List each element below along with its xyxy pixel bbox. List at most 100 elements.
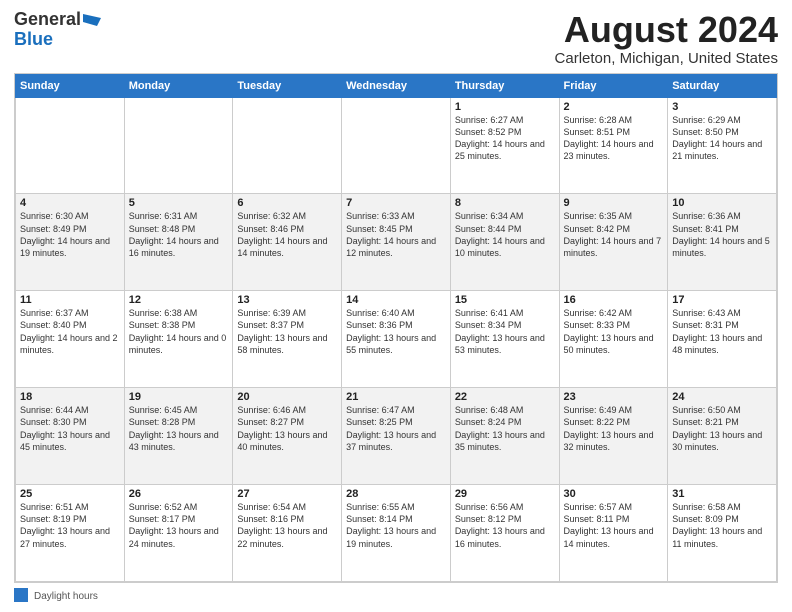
day-number: 6 xyxy=(237,197,337,209)
calendar-cell: 28Sunrise: 6:55 AM Sunset: 8:14 PM Dayli… xyxy=(342,485,451,582)
day-number: 16 xyxy=(564,294,664,306)
day-number: 30 xyxy=(564,488,664,500)
day-info: Sunrise: 6:45 AM Sunset: 8:28 PM Dayligh… xyxy=(129,404,229,453)
day-info: Sunrise: 6:28 AM Sunset: 8:51 PM Dayligh… xyxy=(564,114,664,163)
day-number: 23 xyxy=(564,391,664,403)
day-number: 19 xyxy=(129,391,229,403)
calendar-cell: 22Sunrise: 6:48 AM Sunset: 8:24 PM Dayli… xyxy=(450,388,559,485)
day-info: Sunrise: 6:56 AM Sunset: 8:12 PM Dayligh… xyxy=(455,501,555,550)
day-info: Sunrise: 6:49 AM Sunset: 8:22 PM Dayligh… xyxy=(564,404,664,453)
day-number: 2 xyxy=(564,101,664,113)
calendar: SundayMondayTuesdayWednesdayThursdayFrid… xyxy=(14,73,778,583)
calendar-cell: 19Sunrise: 6:45 AM Sunset: 8:28 PM Dayli… xyxy=(124,388,233,485)
day-info: Sunrise: 6:39 AM Sunset: 8:37 PM Dayligh… xyxy=(237,307,337,356)
header: General Blue August 2024 Carleton, Michi… xyxy=(14,10,778,67)
week-row-5: 25Sunrise: 6:51 AM Sunset: 8:19 PM Dayli… xyxy=(16,485,777,582)
calendar-cell: 29Sunrise: 6:56 AM Sunset: 8:12 PM Dayli… xyxy=(450,485,559,582)
calendar-cell: 21Sunrise: 6:47 AM Sunset: 8:25 PM Dayli… xyxy=(342,388,451,485)
day-header-saturday: Saturday xyxy=(668,74,777,97)
calendar-cell: 14Sunrise: 6:40 AM Sunset: 8:36 PM Dayli… xyxy=(342,291,451,388)
calendar-cell: 31Sunrise: 6:58 AM Sunset: 8:09 PM Dayli… xyxy=(668,485,777,582)
day-number: 25 xyxy=(20,488,120,500)
legend-box xyxy=(14,588,28,602)
calendar-cell: 10Sunrise: 6:36 AM Sunset: 8:41 PM Dayli… xyxy=(668,194,777,291)
day-number: 11 xyxy=(20,294,120,306)
day-info: Sunrise: 6:36 AM Sunset: 8:41 PM Dayligh… xyxy=(672,210,772,259)
day-info: Sunrise: 6:52 AM Sunset: 8:17 PM Dayligh… xyxy=(129,501,229,550)
calendar-cell xyxy=(233,97,342,194)
calendar-cell: 20Sunrise: 6:46 AM Sunset: 8:27 PM Dayli… xyxy=(233,388,342,485)
calendar-cell xyxy=(342,97,451,194)
day-number: 14 xyxy=(346,294,446,306)
day-header-tuesday: Tuesday xyxy=(233,74,342,97)
calendar-cell: 5Sunrise: 6:31 AM Sunset: 8:48 PM Daylig… xyxy=(124,194,233,291)
day-info: Sunrise: 6:34 AM Sunset: 8:44 PM Dayligh… xyxy=(455,210,555,259)
calendar-cell: 1Sunrise: 6:27 AM Sunset: 8:52 PM Daylig… xyxy=(450,97,559,194)
day-info: Sunrise: 6:43 AM Sunset: 8:31 PM Dayligh… xyxy=(672,307,772,356)
day-number: 7 xyxy=(346,197,446,209)
day-info: Sunrise: 6:37 AM Sunset: 8:40 PM Dayligh… xyxy=(20,307,120,356)
day-number: 5 xyxy=(129,197,229,209)
day-header-friday: Friday xyxy=(559,74,668,97)
day-info: Sunrise: 6:40 AM Sunset: 8:36 PM Dayligh… xyxy=(346,307,446,356)
day-info: Sunrise: 6:51 AM Sunset: 8:19 PM Dayligh… xyxy=(20,501,120,550)
day-info: Sunrise: 6:31 AM Sunset: 8:48 PM Dayligh… xyxy=(129,210,229,259)
day-number: 21 xyxy=(346,391,446,403)
day-header-wednesday: Wednesday xyxy=(342,74,451,97)
calendar-cell: 25Sunrise: 6:51 AM Sunset: 8:19 PM Dayli… xyxy=(16,485,125,582)
calendar-cell: 6Sunrise: 6:32 AM Sunset: 8:46 PM Daylig… xyxy=(233,194,342,291)
day-info: Sunrise: 6:35 AM Sunset: 8:42 PM Dayligh… xyxy=(564,210,664,259)
day-number: 24 xyxy=(672,391,772,403)
calendar-cell: 2Sunrise: 6:28 AM Sunset: 8:51 PM Daylig… xyxy=(559,97,668,194)
logo-blue: Blue xyxy=(14,29,53,49)
calendar-table: SundayMondayTuesdayWednesdayThursdayFrid… xyxy=(15,74,777,582)
day-info: Sunrise: 6:27 AM Sunset: 8:52 PM Dayligh… xyxy=(455,114,555,163)
day-info: Sunrise: 6:42 AM Sunset: 8:33 PM Dayligh… xyxy=(564,307,664,356)
day-info: Sunrise: 6:46 AM Sunset: 8:27 PM Dayligh… xyxy=(237,404,337,453)
calendar-cell: 12Sunrise: 6:38 AM Sunset: 8:38 PM Dayli… xyxy=(124,291,233,388)
calendar-cell: 11Sunrise: 6:37 AM Sunset: 8:40 PM Dayli… xyxy=(16,291,125,388)
calendar-cell: 13Sunrise: 6:39 AM Sunset: 8:37 PM Dayli… xyxy=(233,291,342,388)
page: General Blue August 2024 Carleton, Michi… xyxy=(0,0,792,612)
week-row-4: 18Sunrise: 6:44 AM Sunset: 8:30 PM Dayli… xyxy=(16,388,777,485)
day-info: Sunrise: 6:58 AM Sunset: 8:09 PM Dayligh… xyxy=(672,501,772,550)
day-number: 27 xyxy=(237,488,337,500)
calendar-cell: 7Sunrise: 6:33 AM Sunset: 8:45 PM Daylig… xyxy=(342,194,451,291)
calendar-cell: 16Sunrise: 6:42 AM Sunset: 8:33 PM Dayli… xyxy=(559,291,668,388)
day-number: 31 xyxy=(672,488,772,500)
day-info: Sunrise: 6:54 AM Sunset: 8:16 PM Dayligh… xyxy=(237,501,337,550)
calendar-cell: 26Sunrise: 6:52 AM Sunset: 8:17 PM Dayli… xyxy=(124,485,233,582)
day-info: Sunrise: 6:44 AM Sunset: 8:30 PM Dayligh… xyxy=(20,404,120,453)
calendar-cell: 3Sunrise: 6:29 AM Sunset: 8:50 PM Daylig… xyxy=(668,97,777,194)
calendar-header: SundayMondayTuesdayWednesdayThursdayFrid… xyxy=(16,74,777,97)
day-info: Sunrise: 6:47 AM Sunset: 8:25 PM Dayligh… xyxy=(346,404,446,453)
day-number: 29 xyxy=(455,488,555,500)
calendar-cell: 27Sunrise: 6:54 AM Sunset: 8:16 PM Dayli… xyxy=(233,485,342,582)
day-info: Sunrise: 6:48 AM Sunset: 8:24 PM Dayligh… xyxy=(455,404,555,453)
day-number: 12 xyxy=(129,294,229,306)
day-info: Sunrise: 6:29 AM Sunset: 8:50 PM Dayligh… xyxy=(672,114,772,163)
subtitle: Carleton, Michigan, United States xyxy=(555,50,778,67)
logo: General Blue xyxy=(14,10,103,50)
day-number: 15 xyxy=(455,294,555,306)
day-info: Sunrise: 6:33 AM Sunset: 8:45 PM Dayligh… xyxy=(346,210,446,259)
day-info: Sunrise: 6:38 AM Sunset: 8:38 PM Dayligh… xyxy=(129,307,229,356)
day-header-row: SundayMondayTuesdayWednesdayThursdayFrid… xyxy=(16,74,777,97)
day-info: Sunrise: 6:32 AM Sunset: 8:46 PM Dayligh… xyxy=(237,210,337,259)
calendar-body: 1Sunrise: 6:27 AM Sunset: 8:52 PM Daylig… xyxy=(16,97,777,581)
calendar-cell: 8Sunrise: 6:34 AM Sunset: 8:44 PM Daylig… xyxy=(450,194,559,291)
day-info: Sunrise: 6:41 AM Sunset: 8:34 PM Dayligh… xyxy=(455,307,555,356)
day-info: Sunrise: 6:57 AM Sunset: 8:11 PM Dayligh… xyxy=(564,501,664,550)
day-number: 20 xyxy=(237,391,337,403)
calendar-cell: 4Sunrise: 6:30 AM Sunset: 8:49 PM Daylig… xyxy=(16,194,125,291)
day-number: 17 xyxy=(672,294,772,306)
day-number: 28 xyxy=(346,488,446,500)
day-number: 9 xyxy=(564,197,664,209)
day-number: 4 xyxy=(20,197,120,209)
day-number: 8 xyxy=(455,197,555,209)
footer-note: Daylight hours xyxy=(34,591,98,602)
day-number: 3 xyxy=(672,101,772,113)
calendar-cell: 23Sunrise: 6:49 AM Sunset: 8:22 PM Dayli… xyxy=(559,388,668,485)
footer: Daylight hours xyxy=(14,587,778,602)
week-row-1: 1Sunrise: 6:27 AM Sunset: 8:52 PM Daylig… xyxy=(16,97,777,194)
